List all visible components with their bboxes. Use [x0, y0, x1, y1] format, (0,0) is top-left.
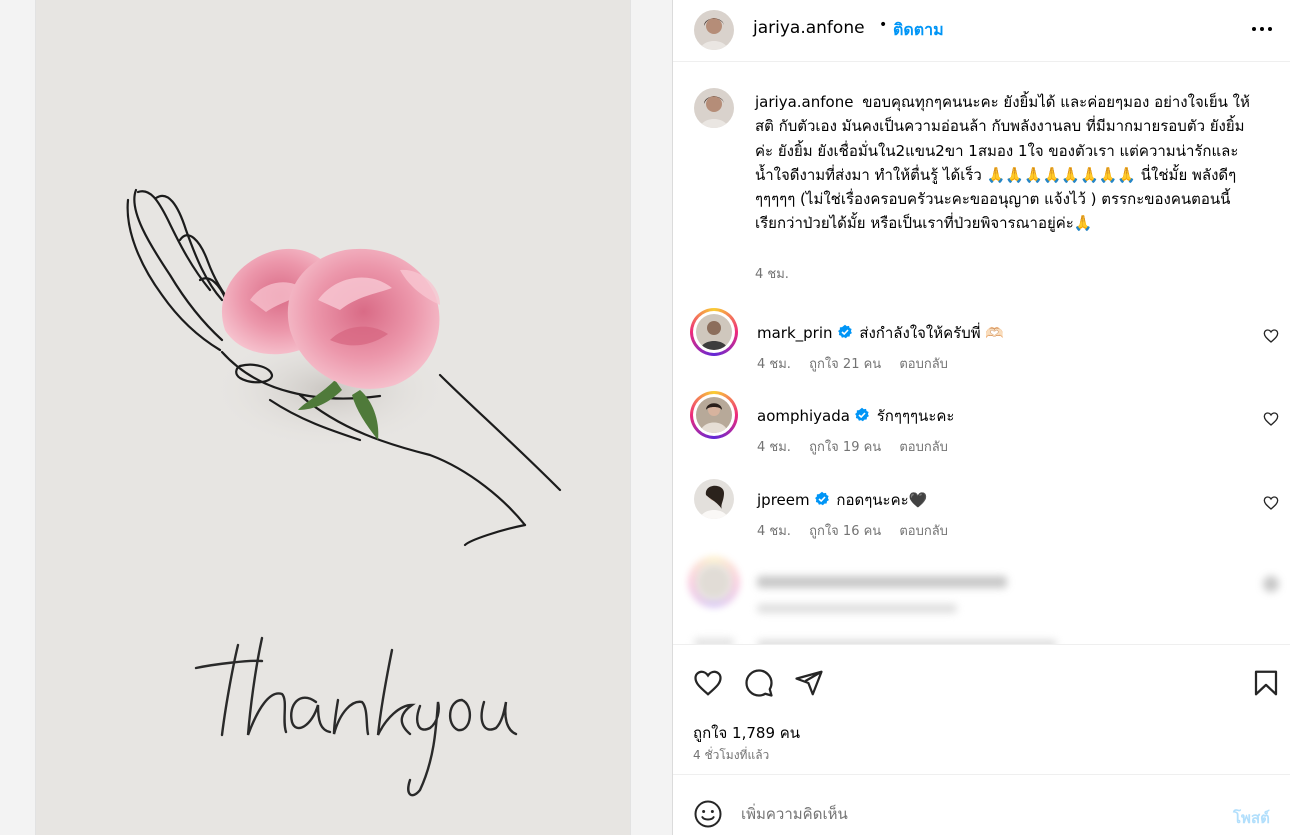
post-comment-button[interactable]: โพสต์ — [1233, 806, 1270, 830]
reply-button[interactable]: ตอบกลับ — [899, 440, 948, 455]
comment-time[interactable]: 4 ชม. — [757, 440, 791, 455]
header-separator: • — [879, 17, 888, 33]
comment-likes[interactable]: ถูกใจ 19 คน — [809, 440, 881, 455]
comment-text: กอดๆนะคะ🖤 — [836, 491, 928, 509]
bookmark-icon[interactable] — [1251, 668, 1281, 698]
commenter-username[interactable]: mark_prin — [757, 324, 833, 342]
emoji-icon[interactable] — [693, 799, 723, 829]
blurred-meta-bar — [757, 604, 957, 613]
follow-button[interactable]: ติดตาม — [893, 18, 944, 43]
blurred-text-bar — [757, 576, 1007, 588]
comment-icon[interactable] — [744, 668, 774, 698]
caption-avatar[interactable] — [694, 88, 734, 128]
hand-rose-illustration — [126, 188, 562, 797]
post-details-panel: jariya.anfone • ติดตาม jariya.anfone ขอบ… — [672, 0, 1290, 835]
post-header: jariya.anfone • ติดตาม — [673, 0, 1290, 62]
post-media[interactable] — [0, 0, 672, 835]
commenter-username[interactable]: jpreem — [757, 491, 810, 509]
comment-likes[interactable]: ถูกใจ 16 คน — [809, 524, 881, 539]
comment-line: jpreem กอดๆนะคะ🖤 — [757, 488, 927, 512]
comments-list[interactable]: jariya.anfone ขอบคุณทุกๆคนนะคะ ยังยิ้มได… — [673, 62, 1290, 644]
comment-meta: 4 ชม. ถูกใจ 19 คน ตอบกลับ — [757, 436, 962, 457]
comment-item: aomphiyada รักๆๆๆนะคะ 4 ชม. ถูกใจ 19 คน … — [673, 391, 1290, 461]
commenter-avatar — [696, 314, 732, 350]
likes-count[interactable]: ถูกใจ 1,789 คน — [693, 721, 800, 745]
blurred-like-dot — [1263, 576, 1279, 592]
story-ring[interactable] — [690, 308, 738, 356]
comment-likes[interactable]: ถูกใจ 21 คน — [809, 357, 881, 372]
more-horizontal-icon[interactable] — [1249, 18, 1275, 40]
author-avatar[interactable] — [694, 10, 734, 50]
reply-button[interactable]: ตอบกลับ — [899, 524, 948, 539]
comment-time[interactable]: 4 ชม. — [757, 524, 791, 539]
comment-item: mark_prin ส่งกำลังใจให้ครับพี่ 🫶🏻 4 ชม. … — [673, 308, 1290, 378]
share-icon[interactable] — [794, 668, 824, 698]
comment-text: รักๆๆๆนะคะ — [876, 407, 955, 425]
caption-body: ขอบคุณทุกๆคนนะคะ ยังยิ้มได้ และค่อยๆมอง … — [755, 93, 1250, 233]
comment-line: aomphiyada รักๆๆๆนะคะ — [757, 404, 954, 428]
comment-item: jpreem กอดๆนะคะ🖤 4 ชม. ถูกใจ 16 คน ตอบกล… — [673, 475, 1290, 545]
verified-badge-icon — [814, 491, 830, 511]
story-ring[interactable] — [690, 391, 738, 439]
caption-username[interactable]: jariya.anfone — [755, 93, 853, 111]
story-ring — [690, 558, 738, 606]
comment-text: ส่งกำลังใจให้ครับพี่ 🫶🏻 — [859, 324, 1005, 342]
verified-badge-icon — [837, 324, 853, 344]
commenter-username[interactable]: aomphiyada — [757, 407, 850, 425]
heart-icon[interactable] — [1263, 328, 1279, 344]
comment-time[interactable]: 4 ชม. — [757, 357, 791, 372]
verified-badge-icon — [854, 407, 870, 427]
add-comment-bar: โพสต์ — [673, 774, 1290, 835]
comment-line: mark_prin ส่งกำลังใจให้ครับพี่ 🫶🏻 — [757, 321, 1004, 345]
post-timestamp[interactable]: 4 ชั่วโมงที่แล้ว — [693, 746, 769, 765]
caption-timestamp[interactable]: 4 ชม. — [755, 263, 789, 284]
post-actions: ถูกใจ 1,789 คน 4 ชั่วโมงที่แล้ว — [673, 644, 1290, 774]
commenter-avatar[interactable] — [694, 479, 734, 519]
comment-input[interactable] — [741, 799, 1211, 829]
comment-meta: 4 ชม. ถูกใจ 21 คน ตอบกลับ — [757, 353, 962, 374]
heart-icon[interactable] — [693, 668, 723, 698]
hidden-comment-item — [673, 558, 1290, 628]
heart-icon[interactable] — [1263, 495, 1279, 511]
reply-button[interactable]: ตอบกลับ — [899, 357, 948, 372]
caption-text: jariya.anfone ขอบคุณทุกๆคนนะคะ ยังยิ้มได… — [755, 90, 1255, 236]
heart-icon[interactable] — [1263, 411, 1279, 427]
commenter-avatar — [696, 397, 732, 433]
comment-meta: 4 ชม. ถูกใจ 16 คน ตอบกลับ — [757, 520, 962, 541]
author-username[interactable]: jariya.anfone — [753, 18, 865, 38]
commenter-avatar — [696, 564, 732, 600]
